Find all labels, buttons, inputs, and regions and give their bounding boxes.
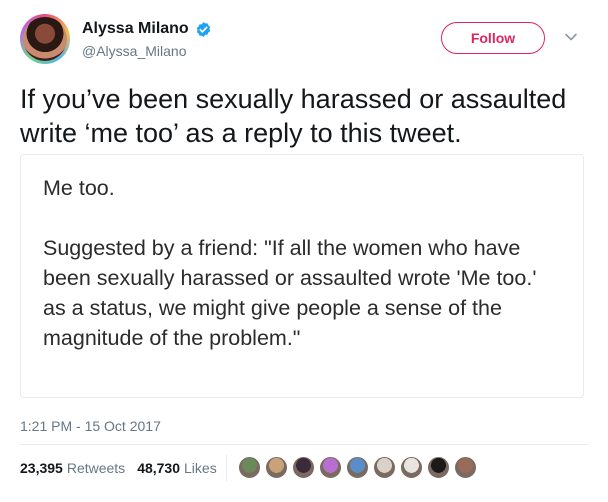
chevron-down-icon[interactable] bbox=[564, 30, 578, 44]
tweet-stats: 23,395 Retweets 48,730 Likes bbox=[20, 460, 229, 476]
liker-avatar[interactable] bbox=[319, 456, 342, 479]
verified-badge-icon bbox=[196, 21, 210, 37]
retweets-label: Retweets bbox=[66, 460, 126, 476]
divider bbox=[20, 444, 588, 445]
likes-label: Likes bbox=[184, 460, 217, 476]
liker-avatar[interactable] bbox=[454, 456, 477, 479]
retweets-count: 23,395 bbox=[20, 460, 63, 476]
liker-avatar[interactable] bbox=[400, 456, 423, 479]
likes-stat[interactable]: 48,730 Likes bbox=[137, 460, 217, 476]
stats-separator bbox=[226, 455, 227, 481]
liker-avatar[interactable] bbox=[427, 456, 450, 479]
liker-avatar[interactable] bbox=[292, 456, 315, 479]
tweet-text: If you’ve been sexually harassed or assa… bbox=[20, 84, 567, 148]
liker-avatar[interactable] bbox=[265, 456, 288, 479]
user-handle[interactable]: @Alyssa_Milano bbox=[82, 43, 186, 59]
tweet-header: Alyssa Milano @Alyssa_Milano Follow bbox=[20, 14, 590, 68]
likes-count: 48,730 bbox=[137, 460, 181, 476]
follow-button[interactable]: Follow bbox=[441, 22, 545, 54]
name-row: Alyssa Milano bbox=[82, 20, 212, 38]
avatar[interactable] bbox=[20, 14, 70, 64]
display-name[interactable]: Alyssa Milano bbox=[82, 20, 189, 38]
retweets-stat[interactable]: 23,395 Retweets bbox=[20, 460, 125, 476]
liker-avatar[interactable] bbox=[238, 456, 261, 479]
liker-avatar[interactable] bbox=[373, 456, 396, 479]
media-text: Me too. Suggested by a friend: "If all t… bbox=[43, 176, 537, 350]
tweet-media-image[interactable]: Me too. Suggested by a friend: "If all t… bbox=[20, 154, 584, 398]
liker-avatars bbox=[238, 456, 477, 479]
avatar-photo bbox=[23, 17, 67, 61]
tweet-timestamp[interactable]: 1:21 PM - 15 Oct 2017 bbox=[20, 418, 161, 434]
liker-avatar[interactable] bbox=[346, 456, 369, 479]
